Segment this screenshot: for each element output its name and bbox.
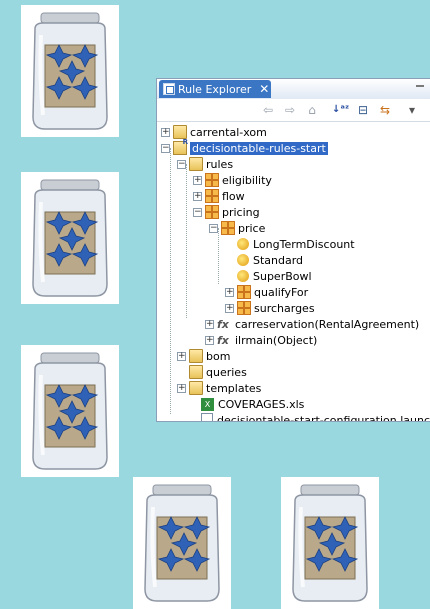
tree-label: rules <box>206 157 234 171</box>
excel-file-icon: X <box>201 397 214 411</box>
jar-icon[interactable] <box>21 172 119 304</box>
tree-label: eligibility <box>222 173 272 187</box>
tree-label: carrental-xom <box>190 125 267 139</box>
expand-toggle[interactable]: + <box>193 191 202 201</box>
templates-folder-icon <box>189 381 203 395</box>
tree-item-ilrmain[interactable]: + fx ilrmain(Object) <box>205 332 317 348</box>
decision-table-icon <box>237 270 249 282</box>
tree-label: surcharges <box>254 301 315 315</box>
jar-icon[interactable] <box>281 477 379 609</box>
tree-label: flow <box>222 189 245 203</box>
tree-item-queries[interactable]: queries <box>189 364 247 380</box>
tree-item-longtermdiscount[interactable]: LongTermDiscount <box>237 236 355 252</box>
package-icon <box>205 189 219 203</box>
link-editor-icon[interactable]: ⇆ <box>378 103 392 117</box>
project-icon <box>173 125 187 139</box>
tree-item-coverages[interactable]: X COVERAGES.xls <box>201 396 304 412</box>
explorer-tree: + carrental-xom − decisiontable-rules-st… <box>157 124 430 421</box>
tree-guide <box>170 148 171 414</box>
decision-table-icon <box>237 254 249 266</box>
panel-titlebar: Rule Explorer ✕ <box>157 79 430 99</box>
tree-item-eligibility[interactable]: + eligibility <box>193 172 272 188</box>
tree-item-carrental-xom[interactable]: + carrental-xom <box>161 124 267 140</box>
tree-item-project[interactable]: − decisiontable-rules-start <box>161 138 328 156</box>
sort-az-icon[interactable]: ↓ᵃᶻ <box>332 103 349 117</box>
package-icon <box>205 173 219 187</box>
folder-icon <box>189 157 203 171</box>
expand-toggle[interactable]: + <box>205 319 214 329</box>
package-icon <box>205 205 219 219</box>
jar-icon[interactable] <box>133 477 231 609</box>
rule-explorer-tab[interactable]: Rule Explorer ✕ <box>159 80 271 98</box>
tree-label: carreservation(RentalAgreement) <box>235 317 420 331</box>
expand-toggle[interactable]: + <box>193 175 202 185</box>
tree-label: SuperBowl <box>253 269 312 283</box>
rule-explorer-icon <box>163 83 175 95</box>
tree-guide <box>186 164 187 318</box>
package-icon <box>237 285 251 299</box>
bom-folder-icon <box>189 349 203 363</box>
expand-toggle[interactable]: + <box>225 303 234 313</box>
tree-item-price[interactable]: − price <box>209 220 265 236</box>
tree-item-launch[interactable]: decisiontable-start-configuration.launch <box>201 412 430 422</box>
jar-icon[interactable] <box>21 345 119 477</box>
ruleflow-function-icon: fx <box>217 317 229 331</box>
expand-toggle[interactable]: + <box>177 351 186 361</box>
decision-table-icon <box>237 238 249 250</box>
collapse-toggle[interactable]: − <box>177 159 186 169</box>
tree-label: decisiontable-start-configuration.launch <box>217 413 430 422</box>
collapse-toggle[interactable]: − <box>209 223 218 233</box>
tree-item-flow[interactable]: + flow <box>193 188 245 204</box>
expand-toggle[interactable]: + <box>205 335 214 345</box>
tree-label: Standard <box>253 253 304 267</box>
ruleflow-function-icon: fx <box>217 333 229 347</box>
back-icon[interactable]: ⇦ <box>261 103 275 117</box>
tree-item-templates[interactable]: + templates <box>177 380 261 396</box>
tree-item-rules[interactable]: − rules <box>177 156 233 172</box>
tree-label: LongTermDiscount <box>253 237 355 251</box>
tree-item-carreservation[interactable]: + fx carreservation(RentalAgreement) <box>205 316 419 332</box>
tree-guide <box>218 228 219 284</box>
tree-label: templates <box>206 381 262 395</box>
forward-icon[interactable]: ⇨ <box>283 103 297 117</box>
explorer-toolbar: ⇦ ⇨ ⌂ ↓ᵃᶻ ⊟ ⇆ ▾ <box>157 99 430 122</box>
jar-icon[interactable] <box>21 5 119 137</box>
tree-label: price <box>238 221 266 235</box>
tree-label: queries <box>206 365 247 379</box>
collapse-toggle[interactable]: − <box>161 143 170 153</box>
tree-label: COVERAGES.xls <box>218 397 305 411</box>
tree-item-pricing[interactable]: − pricing <box>193 204 260 220</box>
minimize-icon[interactable] <box>416 85 424 87</box>
tree-label: decisiontable-rules-start <box>190 141 328 155</box>
expand-toggle[interactable]: + <box>161 127 170 137</box>
expand-toggle[interactable]: + <box>177 383 186 393</box>
package-icon <box>237 301 251 315</box>
tree-item-superbowl[interactable]: SuperBowl <box>237 268 312 284</box>
close-icon[interactable]: ✕ <box>259 82 269 96</box>
package-icon <box>221 221 235 235</box>
tree-label: ilrmain(Object) <box>235 333 318 347</box>
expand-toggle[interactable]: + <box>225 287 234 297</box>
launch-file-icon <box>201 413 213 421</box>
collapse-toggle[interactable]: − <box>193 207 202 217</box>
collapse-all-icon[interactable]: ⊟ <box>356 103 370 117</box>
tree-label: bom <box>206 349 231 363</box>
view-menu-icon[interactable]: ▾ <box>405 103 419 117</box>
queries-folder-icon <box>189 365 203 379</box>
tree-item-qualifyfor[interactable]: + qualifyFor <box>225 284 308 300</box>
tree-item-bom[interactable]: + bom <box>177 348 230 364</box>
home-icon[interactable]: ⌂ <box>305 103 319 117</box>
rule-project-icon <box>173 138 188 155</box>
tab-label: Rule Explorer <box>178 82 252 96</box>
tree-label: pricing <box>222 205 260 219</box>
tree-label: qualifyFor <box>254 285 309 299</box>
tree-item-standard[interactable]: Standard <box>237 252 303 268</box>
tree-item-surcharges[interactable]: + surcharges <box>225 300 315 316</box>
rule-explorer-panel: Rule Explorer ✕ ⇦ ⇨ ⌂ ↓ᵃᶻ ⊟ ⇆ ▾ + carren… <box>156 78 430 422</box>
